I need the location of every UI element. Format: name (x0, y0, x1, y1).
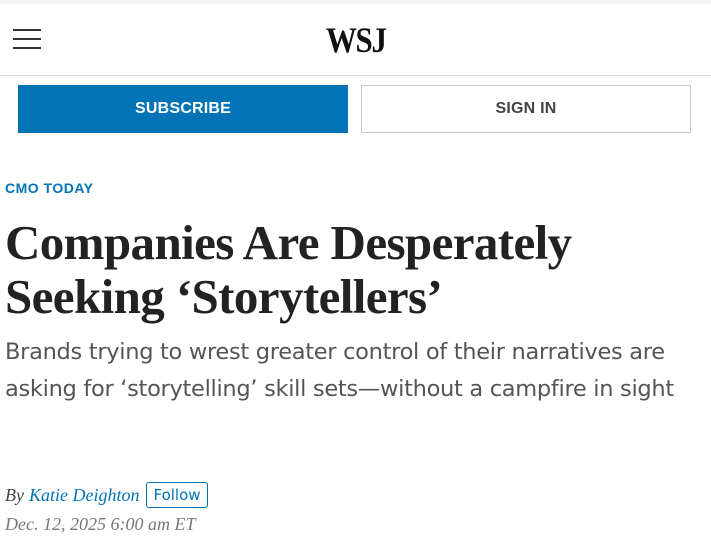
follow-author-button[interactable]: Follow (146, 482, 208, 508)
wsj-logo-wrapper: WSJ (0, 18, 711, 62)
subscribe-button[interactable]: SUBSCRIBE (18, 85, 348, 133)
wsj-logo[interactable]: WSJ (326, 18, 387, 62)
headline-line-2: Seeking ‘Storytellers’ (5, 269, 443, 324)
article-page: WSJ SUBSCRIBE SIGN IN CMO TODAY Companie… (0, 0, 711, 543)
publish-timestamp: Dec. 12, 2025 6:00 am ET (5, 514, 196, 534)
article-dek: Brands trying to wrest greater control o… (5, 339, 674, 402)
site-header: WSJ (0, 4, 711, 76)
sign-in-button[interactable]: SIGN IN (361, 85, 691, 133)
byline: By Katie Deighton Follow (5, 481, 208, 509)
section-kicker[interactable]: CMO TODAY (5, 180, 94, 196)
byline-prefix: By (5, 484, 24, 505)
headline-line-1: Companies Are Desperately (5, 215, 572, 270)
author-link[interactable]: Katie Deighton (29, 485, 140, 506)
article-headline: Companies Are Desperately Seeking ‘Story… (5, 216, 705, 324)
